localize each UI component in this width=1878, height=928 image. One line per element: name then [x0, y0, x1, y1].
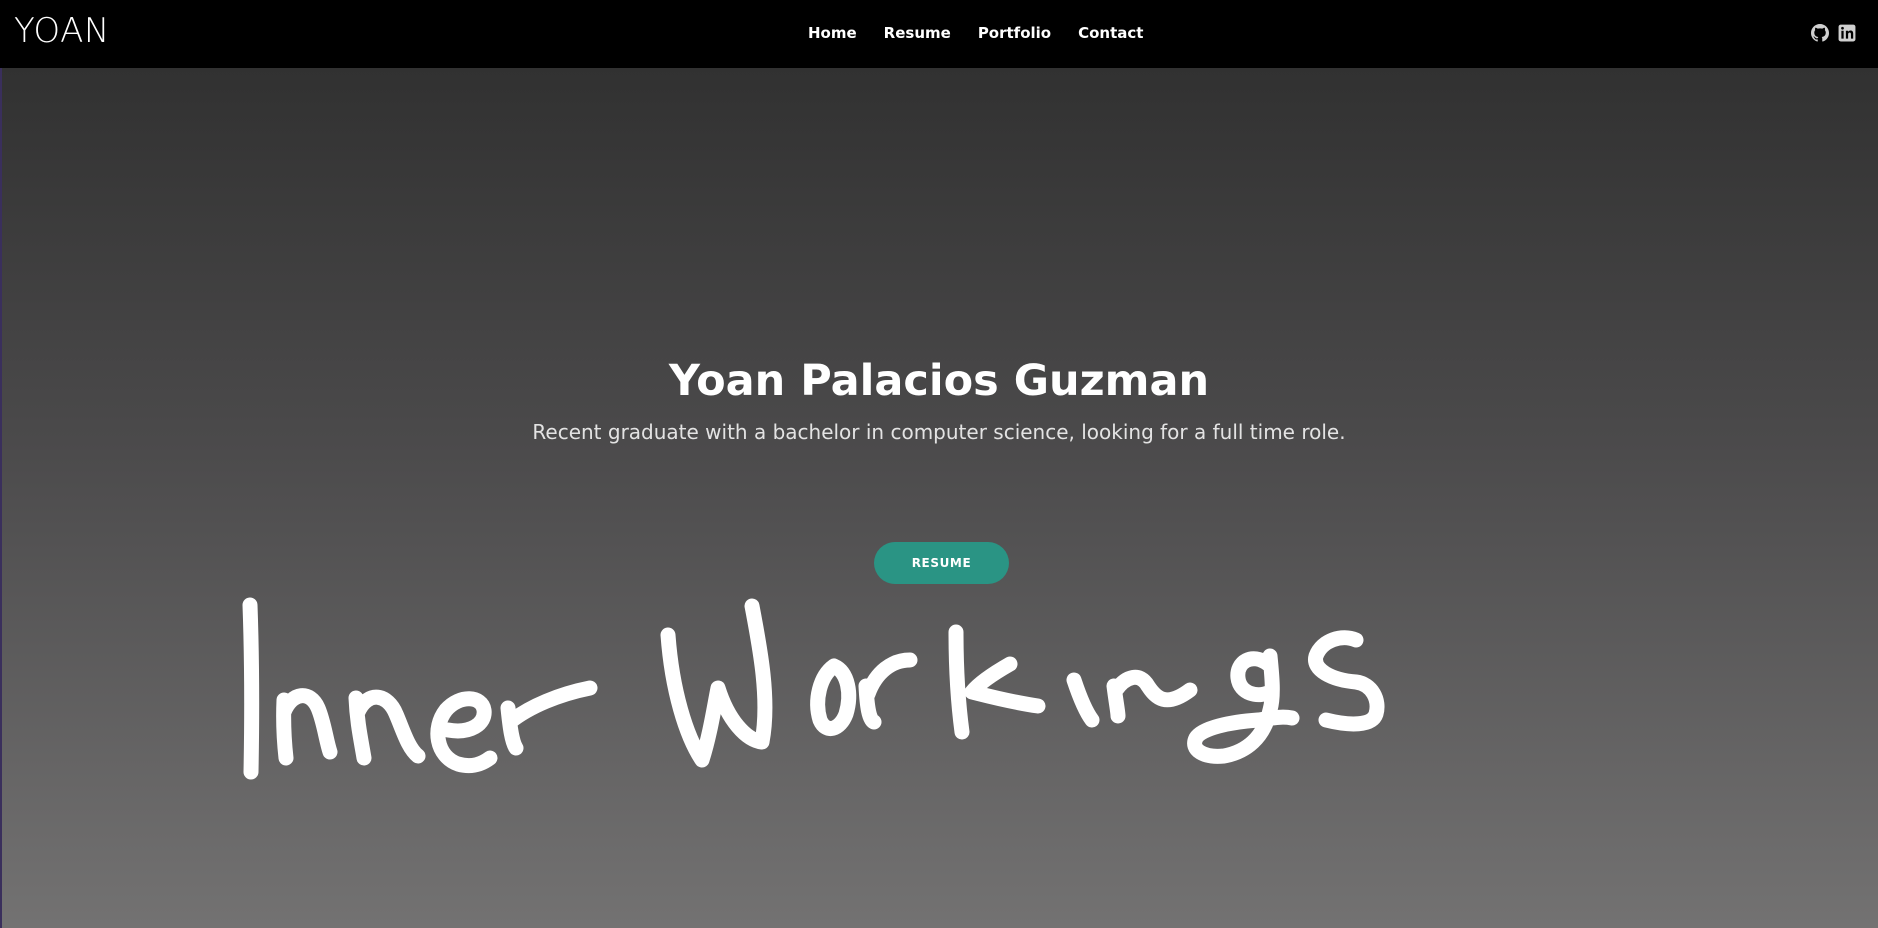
page: YOAN Home Resume Portfolio Contact Yoan …: [0, 0, 1878, 928]
resume-button[interactable]: RESUME: [874, 542, 1009, 584]
hero-section: [0, 68, 1878, 928]
hero-title: Yoan Palacios Guzman: [668, 356, 1210, 406]
nav-item-home: Home: [808, 22, 857, 44]
linkedin-icon: [1838, 24, 1856, 42]
left-edge-divider: [0, 68, 2, 928]
brand-logo[interactable]: YOAN: [14, 11, 110, 51]
nav-menu: Home Resume Portfolio Contact: [808, 22, 1143, 44]
linkedin-link[interactable]: [1838, 24, 1856, 42]
hero-subtitle: Recent graduate with a bachelor in compu…: [532, 420, 1346, 444]
github-link[interactable]: [1811, 24, 1829, 42]
nav-link-portfolio[interactable]: Portfolio: [978, 24, 1051, 42]
github-icon: [1811, 24, 1829, 42]
nav-item-resume: Resume: [884, 22, 951, 44]
nav-item-portfolio: Portfolio: [978, 22, 1051, 44]
nav-item-contact: Contact: [1078, 22, 1143, 44]
nav-link-resume[interactable]: Resume: [884, 24, 951, 42]
social-links: [1811, 24, 1856, 42]
nav-link-contact[interactable]: Contact: [1078, 24, 1143, 42]
top-navbar: YOAN Home Resume Portfolio Contact: [0, 0, 1878, 68]
nav-link-home[interactable]: Home: [808, 24, 857, 42]
